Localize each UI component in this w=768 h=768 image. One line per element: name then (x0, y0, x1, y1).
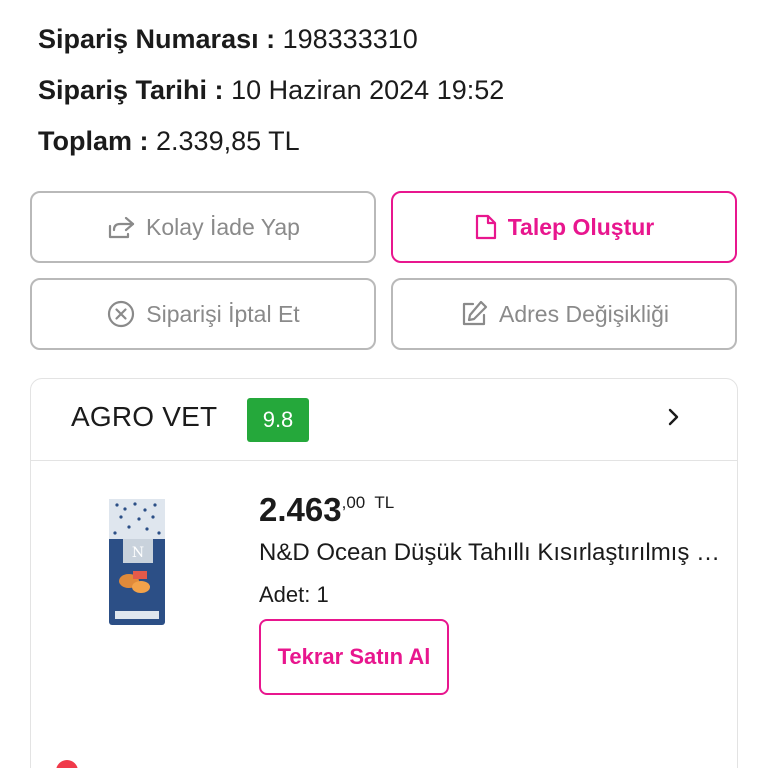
address-change-button[interactable]: Adres Değişikliği (391, 278, 737, 350)
price-main: 2.463 (259, 491, 342, 528)
price-currency: TL (374, 493, 395, 512)
svg-text:N: N (132, 545, 144, 561)
edit-icon (459, 299, 489, 329)
create-request-label: Talep Oluştur (507, 213, 655, 240)
order-date-value: 10 Haziran 2024 19:52 (231, 75, 505, 105)
product-price: 2.463,00 TL (259, 491, 394, 529)
seller-order-card: AGRO VET 9.8 N 2.463,00 TL N&D Ocean Düş… (30, 378, 738, 768)
create-request-button[interactable]: Talep Oluştur (391, 191, 737, 263)
order-number-value: 198333310 (282, 24, 418, 54)
order-date-line: Sipariş Tarihi : 10 Haziran 2024 19:52 (38, 73, 504, 107)
order-number-label: Sipariş Numarası : (38, 24, 276, 54)
chevron-right-icon[interactable] (667, 405, 681, 434)
seller-name: AGRO VET (71, 401, 218, 432)
easy-return-button[interactable]: Kolay İade Yap (30, 191, 376, 263)
seller-rating-badge: 9.8 (247, 398, 309, 442)
order-date-label: Sipariş Tarihi : (38, 75, 224, 105)
cancel-order-label: Siparişi İptal Et (146, 300, 300, 327)
price-cents: ,00 (341, 493, 366, 512)
order-total-label: Toplam : (38, 126, 149, 156)
address-change-label: Adres Değişikliği (498, 300, 669, 327)
product-image[interactable]: N (105, 495, 169, 629)
order-total-value: 2.339,85 TL (156, 126, 300, 156)
order-number-line: Sipariş Numarası : 198333310 (38, 22, 418, 56)
product-quantity: Adet: 1 (259, 582, 329, 607)
product-name[interactable]: N&D Ocean Düşük Tahıllı Kısırlaştırılmış… (259, 539, 723, 567)
seller-header[interactable]: AGRO VET 9.8 (31, 379, 737, 461)
document-icon (474, 213, 498, 241)
reorder-label: Tekrar Satın Al (277, 644, 431, 669)
order-total-line: Toplam : 2.339,85 TL (38, 124, 300, 158)
cancel-order-button[interactable]: Siparişi İptal Et (30, 278, 376, 350)
easy-return-label: Kolay İade Yap (146, 213, 300, 240)
reorder-button[interactable]: Tekrar Satın Al (259, 619, 449, 695)
share-arrow-icon (106, 214, 136, 240)
x-circle-icon (106, 299, 136, 329)
